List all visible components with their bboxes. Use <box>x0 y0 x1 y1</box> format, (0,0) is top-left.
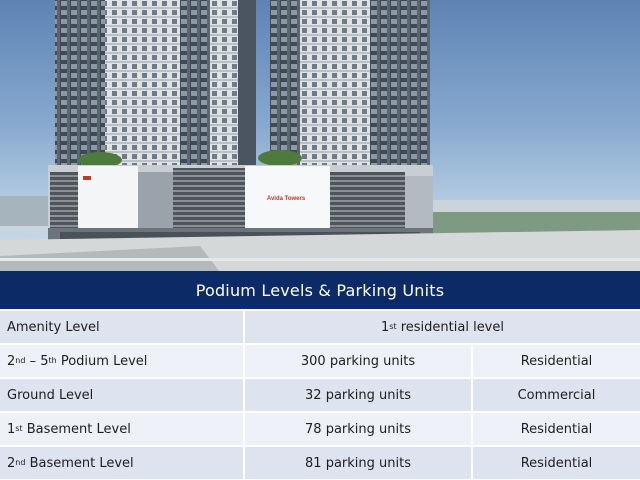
building-sign: Avida Towers <box>267 196 306 202</box>
merged-cell: 1st residential level <box>245 311 640 343</box>
level-cell: 1st Basement Level <box>0 413 245 445</box>
building-rendering: Avida Towers <box>0 0 640 272</box>
slide: Avida Towers Podium Levels & Parking Uni… <box>0 0 640 480</box>
building-illustration: Avida Towers <box>0 0 640 272</box>
parking-cell: 78 parking units <box>245 413 473 445</box>
parking-cell: 81 parking units <box>245 447 473 479</box>
use-cell: Residential <box>473 447 640 479</box>
table-row: Amenity Level 1st residential level <box>0 309 640 343</box>
table-title: Podium Levels & Parking Units <box>0 271 640 309</box>
level-cell: Amenity Level <box>0 311 245 343</box>
table-row: 2nd – 5th Podium Level 300 parking units… <box>0 343 640 377</box>
use-cell: Commercial <box>473 379 640 411</box>
level-cell: Ground Level <box>0 379 245 411</box>
level-cell: 2nd – 5th Podium Level <box>0 345 245 377</box>
level-cell: 2nd Basement Level <box>0 447 245 479</box>
parking-cell: 300 parking units <box>245 345 473 377</box>
parking-cell: 32 parking units <box>245 379 473 411</box>
parking-table: Amenity Level 1st residential level 2nd … <box>0 309 640 479</box>
table-row: 2nd Basement Level 81 parking units Resi… <box>0 445 640 479</box>
table-row: Ground Level 32 parking units Commercial <box>0 377 640 411</box>
use-cell: Residential <box>473 345 640 377</box>
table-row: 1st Basement Level 78 parking units Resi… <box>0 411 640 445</box>
use-cell: Residential <box>473 413 640 445</box>
